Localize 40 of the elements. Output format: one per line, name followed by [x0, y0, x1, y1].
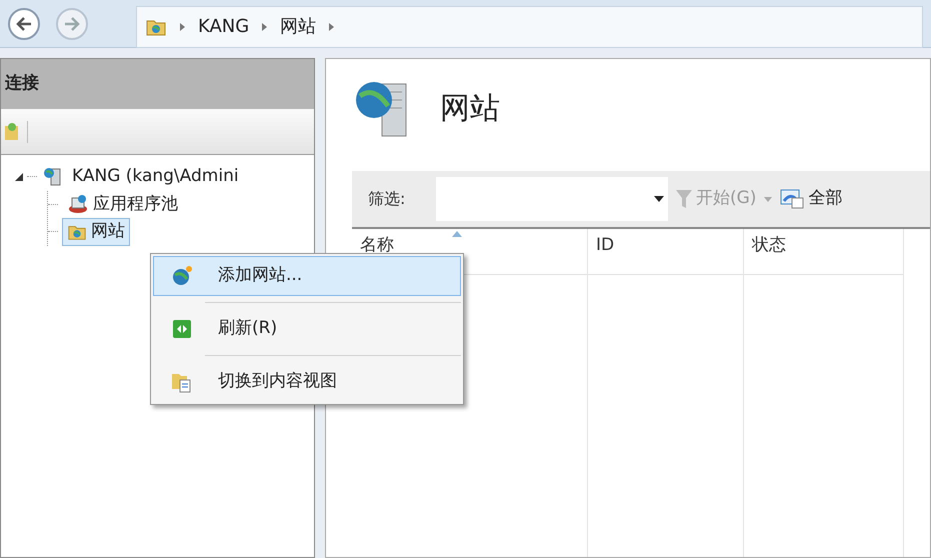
tree-item-label: 网站 [91, 220, 125, 243]
back-arrow-icon [16, 16, 32, 30]
tree-item-label: 应用程序池 [93, 192, 178, 216]
tree-item[interactable]: 网站 [62, 218, 130, 246]
column-header[interactable]: 状态 [744, 229, 903, 275]
menu-item[interactable]: 添加网站... [153, 256, 461, 296]
filter-label: 筛选: [368, 188, 406, 210]
connect-icon[interactable] [5, 122, 19, 142]
app-pool-icon [67, 193, 89, 216]
menu-item-label: 刷新(R) [218, 317, 278, 340]
window-list-icon [780, 189, 804, 209]
filter-field[interactable] [436, 177, 668, 221]
dropdown-caret-icon[interactable] [654, 196, 664, 202]
forward-button[interactable] [56, 8, 88, 40]
chevron-right-icon [179, 22, 186, 32]
column-header-label: 名称 [360, 234, 394, 257]
menu-item-label: 切换到内容视图 [218, 370, 337, 394]
menu-item[interactable]: 刷新(R) [153, 309, 461, 349]
back-button[interactable] [8, 8, 40, 40]
breadcrumb-item[interactable]: KANG [198, 13, 250, 40]
chevron-right-icon [261, 22, 268, 32]
menu-item[interactable]: 切换到内容视图 [153, 362, 461, 402]
tree-item[interactable]: 应用程序池 [62, 190, 183, 218]
column-header-label: ID [596, 234, 614, 257]
panel-title: 连接 [5, 72, 39, 96]
menu-item-label: 添加网站... [218, 264, 302, 288]
page-title: 网站 [440, 90, 500, 128]
globe-add-icon [171, 265, 193, 287]
refresh-icon [172, 319, 192, 339]
tree-item[interactable]: KANG (kang\Admini [67, 163, 244, 190]
breadcrumb-item[interactable]: 网站 [280, 13, 316, 40]
forward-arrow-icon [64, 16, 80, 30]
show-all-button[interactable]: 全部 [780, 186, 842, 212]
column-header[interactable]: ID [588, 229, 743, 275]
content-view-icon [171, 371, 193, 393]
funnel-icon [676, 190, 692, 208]
chevron-right-icon [328, 22, 336, 32]
expanded-arrow-icon[interactable] [15, 172, 23, 181]
server-globe-icon [41, 166, 63, 187]
column-header-label: 状态 [752, 234, 786, 257]
